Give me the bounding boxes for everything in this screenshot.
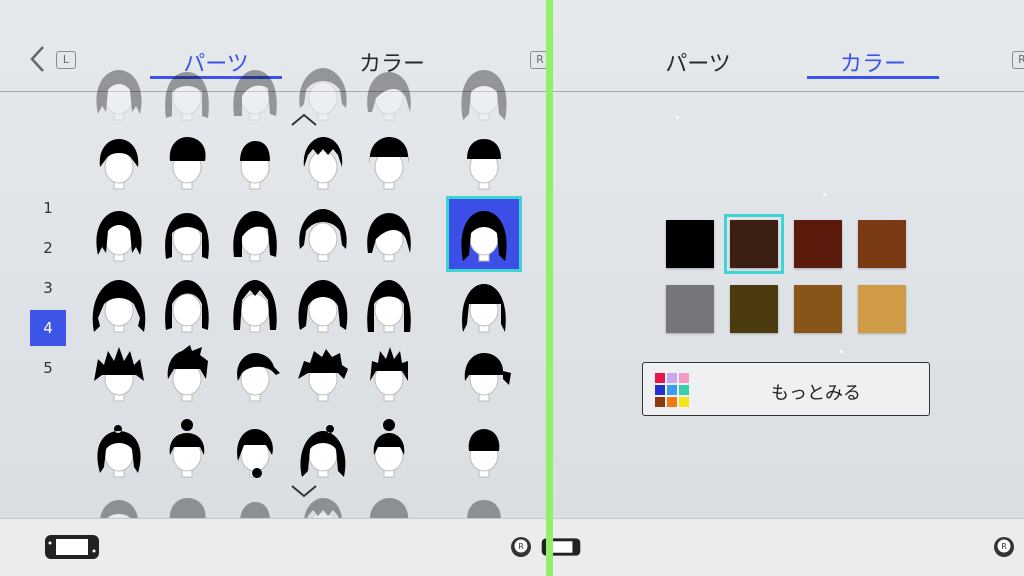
page-2[interactable]: 2 [30,230,66,266]
r-button-hint: R [530,51,546,69]
hairstyle-option[interactable] [220,127,290,197]
palette-cell [655,373,665,383]
color-swatch[interactable] [794,285,842,333]
hairstyle-option[interactable] [220,415,290,485]
handheld-console-icon [45,535,99,559]
hairstyle-option-preview [152,58,222,128]
palette-cell [679,397,689,407]
split-screen-divider [546,0,553,576]
hairstyle-option[interactable] [152,339,222,409]
hairstyle-option[interactable] [449,415,519,485]
hairstyle-option[interactable] [84,339,154,409]
tab-color[interactable]: カラー [807,46,939,78]
color-swatch[interactable] [858,285,906,333]
hairstyle-option-preview [354,488,424,518]
sparkle [676,116,679,119]
tab-bar: パーツ カラー R [553,0,1024,92]
hairstyle-option[interactable] [220,270,290,340]
hairstyle-option[interactable] [288,339,358,409]
hairstyle-option[interactable] [288,415,358,485]
hairstyle-option[interactable] [354,270,424,340]
hairstyle-option-preview [449,58,519,128]
hairstyle-option[interactable] [449,127,519,197]
hairstyle-option-preview [354,58,424,128]
more-colors-button[interactable]: もっとみる [642,362,930,416]
color-swatch[interactable] [666,285,714,333]
hairstyle-option[interactable] [220,339,290,409]
hairstyle-option[interactable] [354,199,424,269]
hairstyle-option[interactable] [354,127,424,197]
hairstyle-option[interactable] [152,199,222,269]
tab-parts[interactable]: パーツ [632,46,764,78]
hairstyle-option-preview [220,488,290,518]
hairstyle-option[interactable] [152,270,222,340]
palette-icon [655,373,689,407]
hairstyle-option[interactable] [449,339,519,409]
r-button-hint: R [1012,51,1024,69]
sparkle [840,350,843,353]
color-swatch[interactable] [858,220,906,268]
color-swatch[interactable] [724,214,784,274]
palette-cell [655,397,665,407]
hairstyle-option-preview [84,58,154,128]
l-button-hint: L [56,51,76,69]
page-5[interactable]: 5 [30,350,66,386]
scroll-up-icon[interactable] [290,113,318,127]
bottom-bar-right [553,518,1024,576]
page-1[interactable]: 1 [30,190,66,226]
hairstyle-option[interactable] [446,196,522,272]
svg-text:R: R [1001,542,1007,551]
hairstyle-option[interactable] [354,339,424,409]
hairstyle-option[interactable] [288,127,358,197]
palette-cell [655,385,665,395]
right-stick-icon: R [994,537,1014,557]
hairstyle-option-preview [84,488,154,518]
hairstyle-option[interactable] [288,199,358,269]
color-pane: パーツ カラー R もっとみる [553,0,1024,518]
palette-cell [679,373,689,383]
hairstyle-option-preview [220,58,290,128]
parts-pane: L パーツ カラー R 1 2 3 4 5 [0,0,546,518]
more-colors-label: もっとみる [771,383,861,404]
hairstyle-option[interactable] [84,270,154,340]
svg-text:R: R [518,542,524,551]
hairstyle-option[interactable] [84,199,154,269]
back-chevron-icon[interactable] [28,44,48,74]
hairstyle-option[interactable] [220,199,290,269]
hairstyle-option[interactable] [288,270,358,340]
sparkle [823,193,826,196]
active-tab-underline [807,76,939,79]
color-swatch[interactable] [730,285,778,333]
hairstyle-option[interactable] [152,127,222,197]
right-stick-icon: R [511,537,531,557]
hairstyle-option[interactable] [84,415,154,485]
color-swatch[interactable] [794,220,842,268]
palette-cell [679,385,689,395]
hairstyle-option[interactable] [84,127,154,197]
palette-cell [667,397,677,407]
page-3[interactable]: 3 [30,270,66,306]
hairstyle-option-preview [449,488,519,518]
palette-cell [667,385,677,395]
hairstyle-option[interactable] [354,415,424,485]
palette-cell [667,373,677,383]
hairstyle-option[interactable] [449,270,519,340]
color-swatch[interactable] [666,220,714,268]
hairstyle-option[interactable] [152,415,222,485]
page-4[interactable]: 4 [30,310,66,346]
scroll-down-icon[interactable] [290,484,318,498]
hairstyle-option-preview [152,488,222,518]
